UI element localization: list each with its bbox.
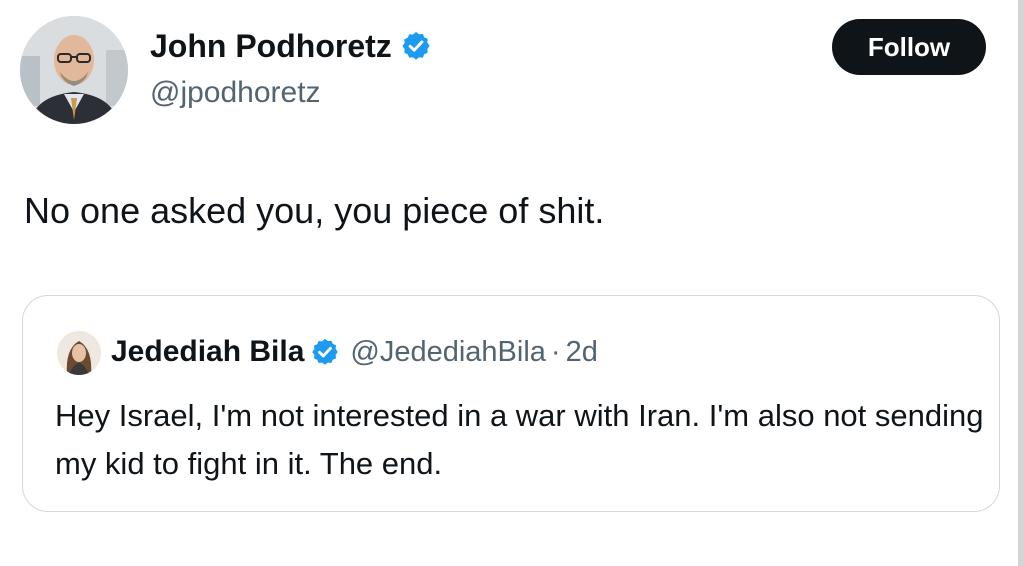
follow-button[interactable]: Follow xyxy=(832,19,986,75)
verified-badge-icon xyxy=(310,337,340,367)
author-avatar-image xyxy=(20,16,128,124)
author-handle[interactable]: @jpodhoretz xyxy=(150,76,321,110)
tweet-screenshot: John Podhoretz @jpodhoretz Follow No one… xyxy=(0,0,1024,566)
quoted-author-handle[interactable]: @JedediahBila xyxy=(350,336,546,369)
author-name-row: John Podhoretz xyxy=(150,26,432,66)
quoted-author-avatar[interactable] xyxy=(57,331,101,375)
verified-badge-icon xyxy=(400,30,432,62)
quoted-tweet-text: Hey Israel, I'm not interested in a war … xyxy=(55,398,984,481)
author-avatar[interactable] xyxy=(20,16,128,124)
scrollbar-edge xyxy=(1018,0,1024,566)
quoted-tweet-header: Jedediah Bila @JedediahBila · 2d xyxy=(111,332,598,372)
quoted-tweet-card[interactable]: Jedediah Bila @JedediahBila · 2d Hey Isr… xyxy=(22,295,1000,512)
dot-separator: · xyxy=(550,335,561,368)
quoted-author-name[interactable]: Jedediah Bila xyxy=(111,335,304,369)
author-name[interactable]: John Podhoretz xyxy=(150,28,392,65)
quoted-author-avatar-image xyxy=(57,331,101,375)
quoted-tweet-timestamp[interactable]: 2d xyxy=(566,336,598,369)
tweet-text: No one asked you, you piece of shit. xyxy=(24,190,605,231)
